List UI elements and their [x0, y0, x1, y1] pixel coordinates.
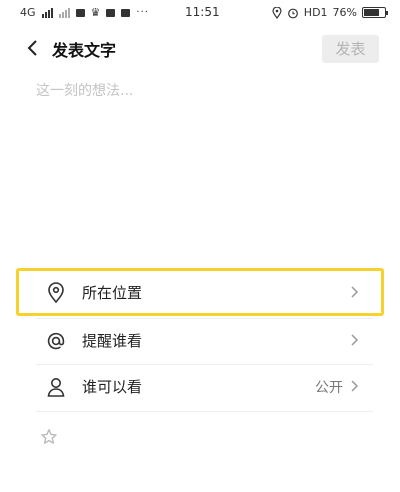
location-status-icon — [272, 6, 282, 19]
hd-label: HD1 — [303, 6, 328, 19]
star-icon[interactable] — [40, 428, 58, 446]
option-value-visibility: 公开 — [315, 380, 343, 396]
more-notifications-icon: ··· — [136, 7, 149, 18]
option-divider — [36, 411, 373, 412]
at-sign-icon — [47, 332, 65, 350]
option-label-visibility: 谁可以看 — [82, 378, 143, 396]
battery-percent: 76% — [332, 6, 357, 19]
option-row-mention[interactable]: 提醒谁看 — [36, 318, 373, 364]
hd-sub-label: 1 — [320, 6, 328, 19]
nav-bar: 发表文字 发表 — [0, 28, 400, 68]
status-left: 4G ♛ ··· — [20, 6, 149, 19]
highlight-frame — [16, 268, 384, 316]
option-row-visibility[interactable]: 谁可以看 公开 — [36, 364, 373, 410]
battery-icon — [362, 7, 388, 18]
option-label-mention: 提醒谁看 — [82, 332, 143, 350]
clock: 11:51 — [185, 5, 220, 19]
network-type: 4G — [20, 6, 36, 19]
status-bar: 4G ♛ ··· 11:51 HD1 76% — [0, 0, 400, 28]
page-title: 发表文字 — [52, 41, 117, 60]
compose-text-input[interactable]: 这一刻的想法... — [36, 80, 366, 104]
app-notification-icon — [106, 8, 116, 17]
signal-strength-secondary-icon — [58, 7, 70, 18]
back-arrow-icon[interactable] — [26, 38, 40, 58]
crown-notification-icon: ♛ — [90, 6, 101, 19]
chevron-right-icon — [351, 334, 359, 346]
status-right: HD1 76% — [272, 6, 388, 19]
video-notification-icon — [75, 8, 85, 17]
chevron-right-icon — [351, 380, 359, 392]
person-icon — [47, 378, 65, 397]
battery-fill — [364, 9, 380, 16]
signal-strength-icon — [41, 7, 53, 18]
edit-notification-icon — [121, 8, 131, 17]
publish-button[interactable]: 发表 — [322, 35, 379, 63]
alarm-icon — [287, 8, 298, 18]
